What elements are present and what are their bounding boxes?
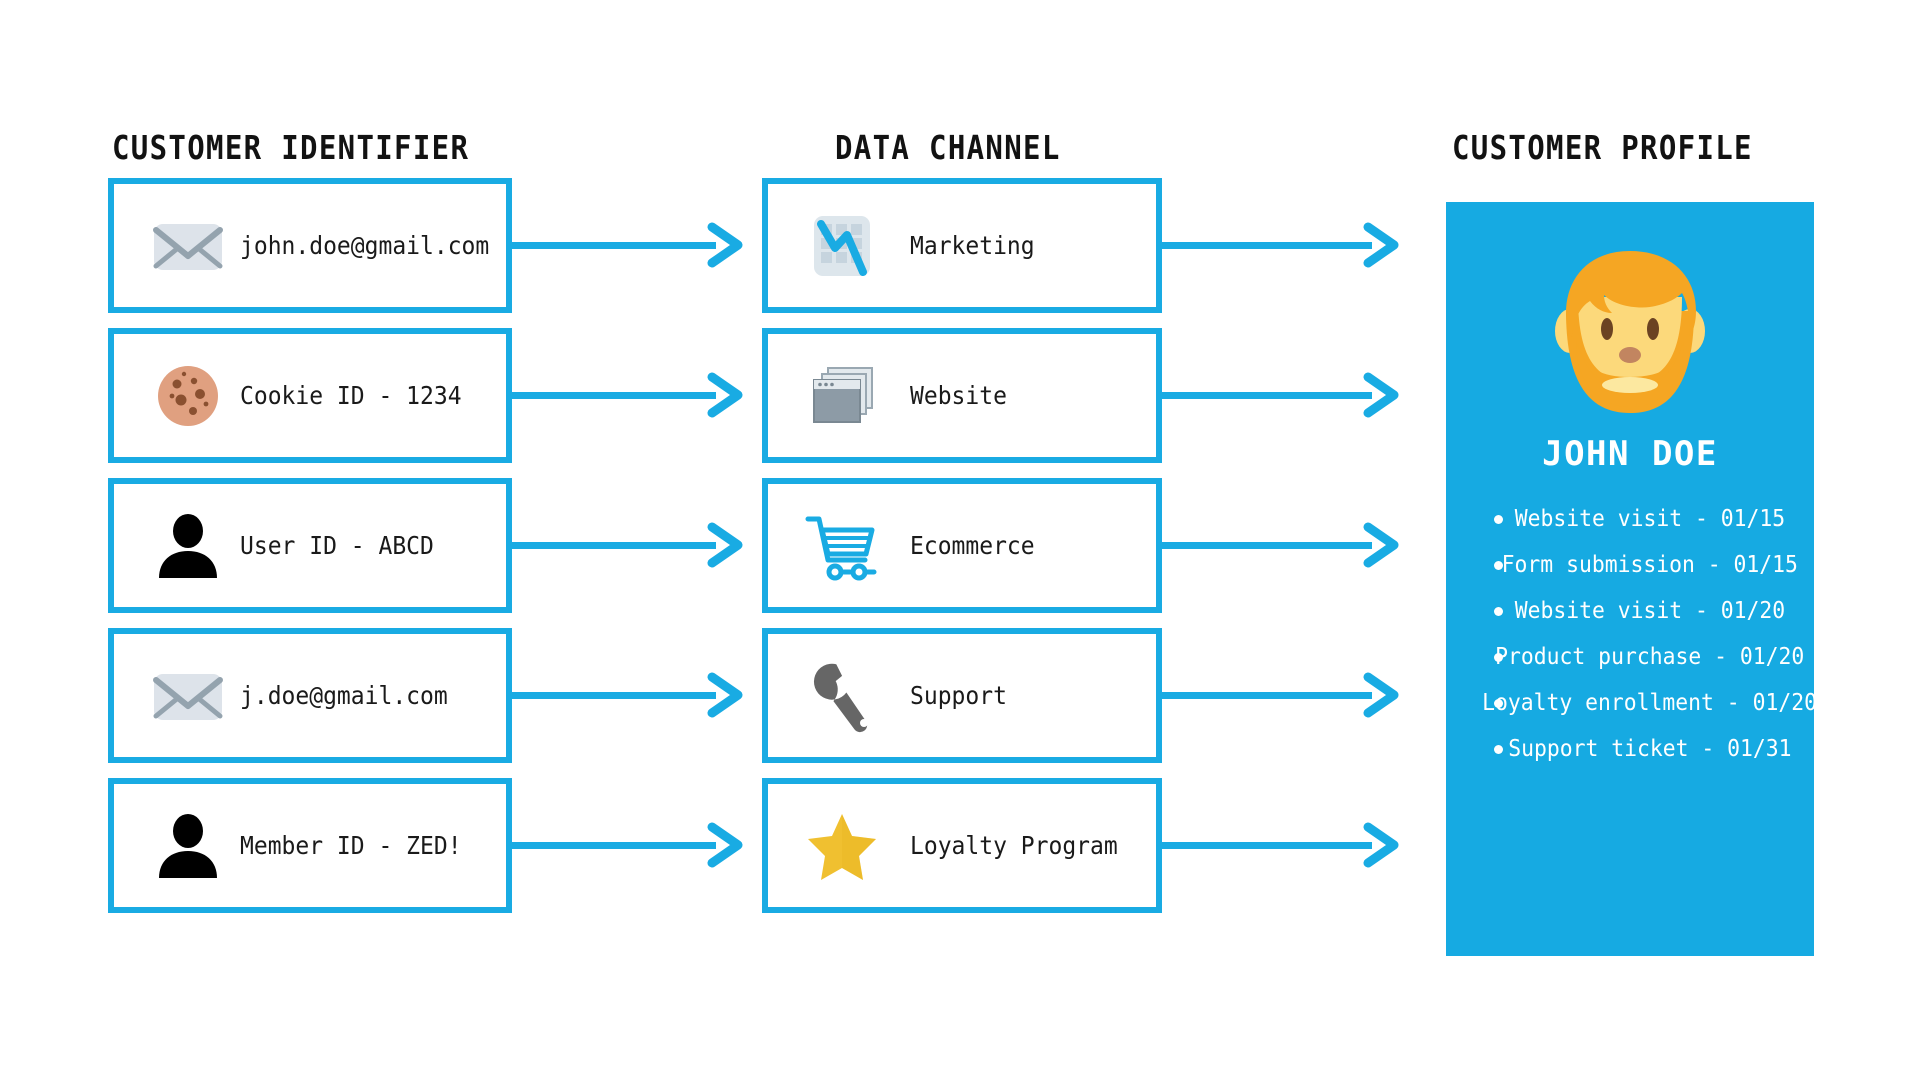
flow-arrow — [512, 815, 746, 875]
profile-event-label: Form submission - 01/15 — [1501, 552, 1798, 578]
arrow-shaft — [1162, 842, 1372, 849]
arrow-shaft — [1162, 242, 1372, 249]
column-heading-customer-identifier: CUSTOMER IDENTIFIER — [112, 128, 470, 167]
profile-event-label: Website visit - 01/20 — [1514, 598, 1785, 624]
wrench-icon — [796, 654, 888, 738]
profile-event-item: Support ticket - 01/31 — [1446, 726, 1814, 772]
arrow-head-icon — [706, 815, 744, 875]
identifier-label: Cookie ID - 1234 — [240, 381, 462, 410]
profile-event-item: Website visit - 01/15 — [1446, 496, 1814, 542]
identifier-card[interactable]: j.doe@gmail.com — [108, 628, 512, 763]
profile-event-item: Website visit - 01/20 — [1446, 588, 1814, 634]
channel-label: Ecommerce — [910, 531, 1035, 560]
arrow-head-icon — [706, 365, 744, 425]
identifier-label: Member ID - ZED! — [240, 831, 462, 860]
envelope-icon — [142, 204, 234, 288]
shopping-cart-icon — [796, 504, 888, 588]
profile-event-label: Loyalty enrollment - 01/20 — [1482, 690, 1817, 716]
arrow-shaft — [512, 692, 716, 699]
identifier-card[interactable]: Cookie ID - 1234 — [108, 328, 512, 463]
flow-arrow — [1162, 515, 1402, 575]
arrow-shaft — [1162, 692, 1372, 699]
flow-arrow — [1162, 215, 1402, 275]
flow-arrow — [512, 215, 746, 275]
profile-event-label: Product purchase - 01/20 — [1494, 644, 1805, 670]
arrow-shaft — [1162, 542, 1372, 549]
profile-event-item: Form submission - 01/15 — [1446, 542, 1814, 588]
person-icon — [142, 504, 234, 588]
channel-card[interactable]: Ecommerce — [762, 478, 1162, 613]
arrow-shaft — [1162, 392, 1372, 399]
chart-icon — [796, 204, 888, 288]
channel-label: Website — [910, 381, 1007, 410]
arrow-head-icon — [1362, 365, 1400, 425]
flow-arrow — [512, 365, 746, 425]
column-heading-data-channel: DATA CHANNEL — [835, 128, 1061, 167]
profile-events-list: Website visit - 01/15 Form submission - 0… — [1446, 496, 1817, 772]
identifier-card[interactable]: User ID - ABCD — [108, 478, 512, 613]
arrow-shaft — [512, 842, 716, 849]
identifier-label: User ID - ABCD — [240, 531, 434, 560]
person-icon — [142, 804, 234, 888]
flow-arrow — [512, 665, 746, 725]
channel-card[interactable]: Support — [762, 628, 1162, 763]
channel-label: Loyalty Program — [910, 831, 1118, 860]
star-icon — [796, 804, 888, 888]
arrow-head-icon — [1362, 665, 1400, 725]
profile-event-label: Support ticket - 01/31 — [1507, 736, 1792, 762]
identifier-label: john.doe@gmail.com — [240, 231, 490, 260]
flow-arrow — [512, 515, 746, 575]
browser-windows-icon — [796, 354, 888, 438]
profile-event-label: Website visit - 01/15 — [1514, 506, 1785, 532]
flow-arrow — [1162, 665, 1402, 725]
arrow-head-icon — [706, 215, 744, 275]
identifier-card[interactable]: Member ID - ZED! — [108, 778, 512, 913]
arrow-head-icon — [1362, 815, 1400, 875]
customer-profile-panel: JOHN DOE Website visit - 01/15 Form submi… — [1446, 202, 1817, 956]
flow-arrow — [1162, 815, 1402, 875]
identifier-card[interactable]: john.doe@gmail.com — [108, 178, 512, 313]
arrow-shaft — [512, 542, 716, 549]
envelope-icon — [142, 654, 234, 738]
channel-card[interactable]: Loyalty Program — [762, 778, 1162, 913]
arrow-head-icon — [706, 665, 744, 725]
channel-label: Marketing — [910, 231, 1035, 260]
arrow-head-icon — [706, 515, 744, 575]
channel-label: Support — [910, 681, 1007, 710]
arrow-shaft — [512, 392, 716, 399]
diagram-canvas: CUSTOMER IDENTIFIER DATA CHANNEL CUSTOME… — [0, 0, 1920, 1080]
cookie-icon — [142, 354, 234, 438]
arrow-head-icon — [1362, 215, 1400, 275]
flow-arrow — [1162, 365, 1402, 425]
profile-name: JOHN DOE — [1542, 434, 1718, 474]
identifier-label: j.doe@gmail.com — [240, 681, 448, 710]
channel-card[interactable]: Marketing — [762, 178, 1162, 313]
bearded-person-avatar — [1446, 238, 1814, 428]
profile-event-item: Loyalty enrollment - 01/20 — [1446, 680, 1817, 726]
profile-event-item: Product purchase - 01/20 — [1446, 634, 1814, 680]
column-heading-customer-profile: CUSTOMER PROFILE — [1452, 128, 1753, 167]
arrow-shaft — [512, 242, 716, 249]
arrow-head-icon — [1362, 515, 1400, 575]
channel-card[interactable]: Website — [762, 328, 1162, 463]
